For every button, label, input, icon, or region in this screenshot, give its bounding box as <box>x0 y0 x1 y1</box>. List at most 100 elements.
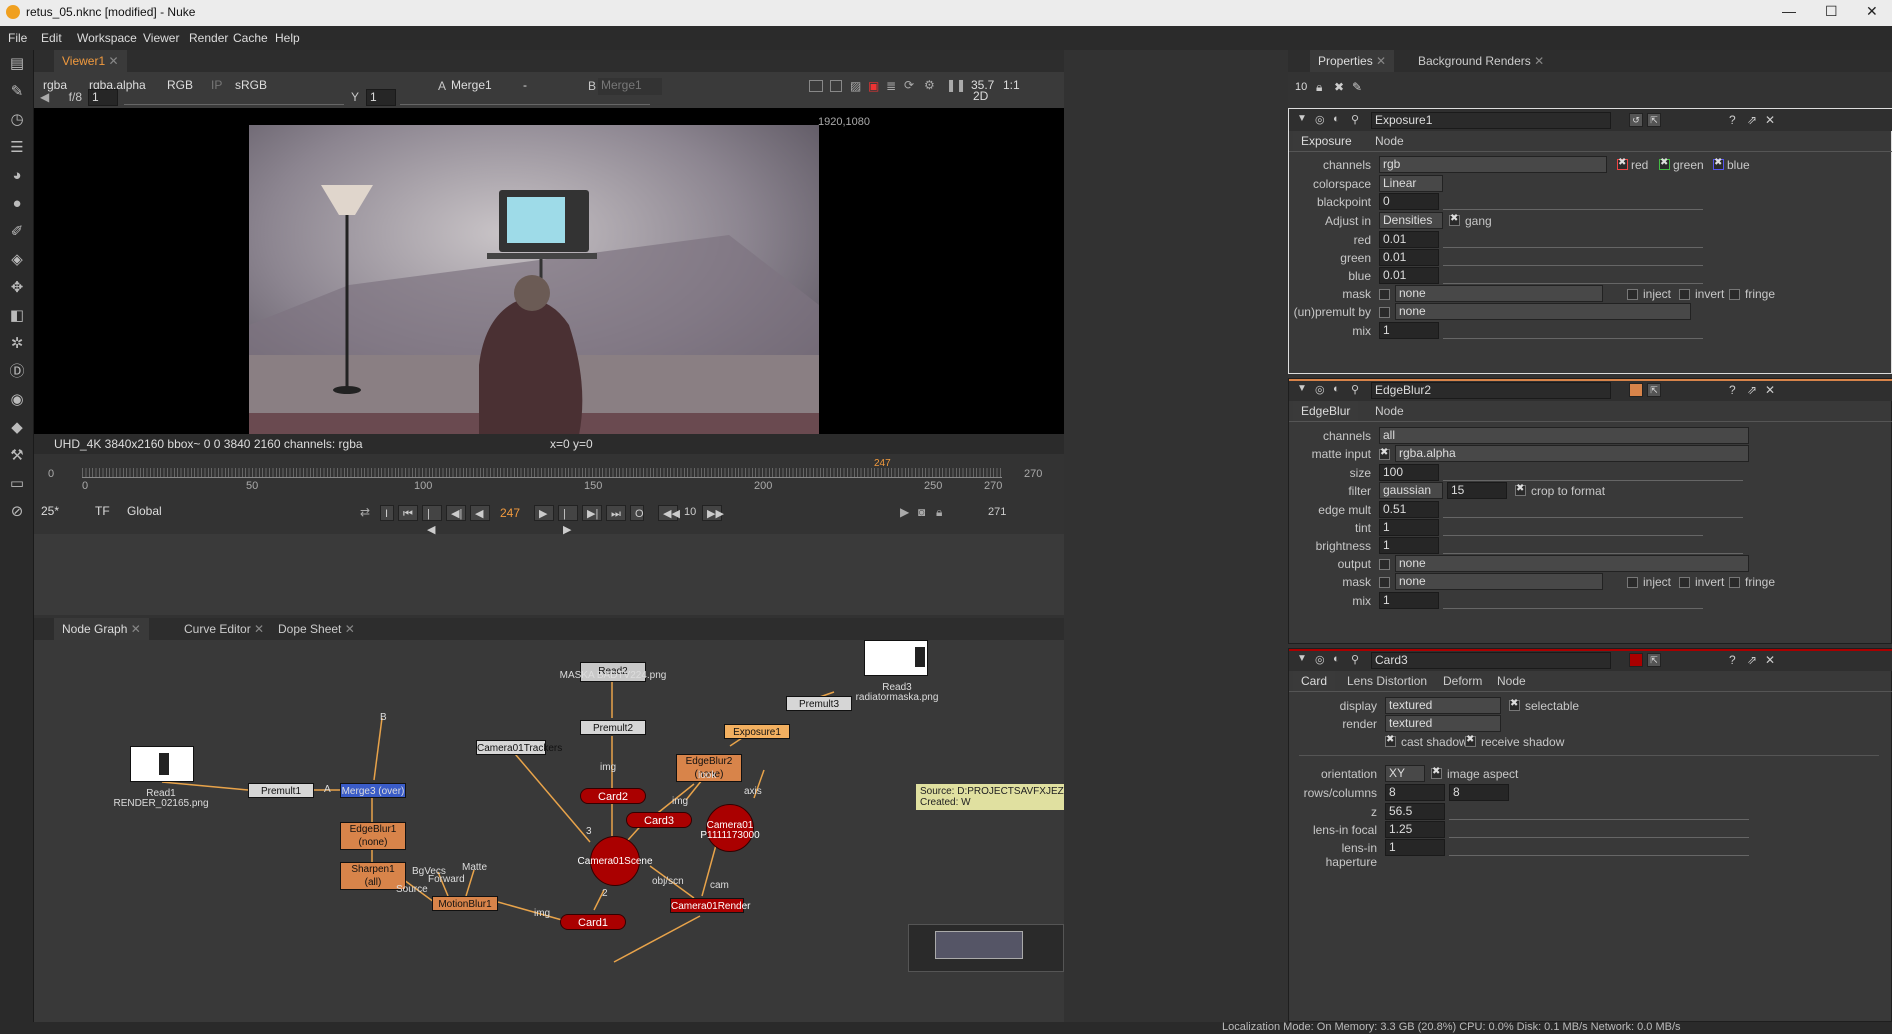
node-graph-minimap[interactable] <box>908 924 1064 972</box>
brightness-field[interactable]: 1 <box>1379 537 1439 554</box>
gain-slider[interactable] <box>124 88 344 105</box>
brightness-slider[interactable] <box>1443 537 1743 554</box>
card3-node[interactable]: Card3 <box>626 812 692 828</box>
gang-checkbox[interactable] <box>1449 213 1460 226</box>
blackpoint-field[interactable]: 0 <box>1379 193 1439 210</box>
first-frame-button[interactable]: ⏮ <box>398 505 418 521</box>
time-icon[interactable]: ◷ <box>7 110 27 130</box>
camera01trackers-node[interactable]: Camera01Trackers <box>476 740 562 755</box>
render-dropdown[interactable]: textured <box>1385 715 1501 732</box>
image-icon[interactable]: ▤ <box>7 54 27 74</box>
toolsets-icon[interactable]: ⚒ <box>7 446 27 466</box>
filter-dropdown[interactable]: gaussian <box>1379 482 1443 499</box>
gamma-field[interactable]: 1 <box>366 89 396 106</box>
view-mode-dropdown[interactable]: 2D <box>970 89 1022 106</box>
pause-icon[interactable]: ❚❚ <box>946 78 966 92</box>
viewer-icon[interactable]: ◐ <box>1333 383 1340 395</box>
channels-dropdown[interactable]: all <box>1379 427 1749 444</box>
filter-quality-field[interactable]: 15 <box>1447 482 1507 499</box>
inject-checkbox[interactable] <box>1627 577 1638 588</box>
size-slider[interactable] <box>1443 464 1743 481</box>
inject-checkbox[interactable] <box>1627 289 1638 300</box>
proxy-icon[interactable]: ⚙ <box>924 78 935 92</box>
fstop-decrease-icon[interactable]: ◀ <box>40 90 49 104</box>
lock-icon[interactable]: 🔒︎ <box>936 505 942 520</box>
maximize-button[interactable]: ☐ <box>1825 3 1838 20</box>
play-forward-button[interactable]: ▶ <box>534 505 554 521</box>
tint-slider[interactable] <box>1443 519 1703 536</box>
close-panel-icon[interactable]: ✕ <box>1765 383 1775 397</box>
channel-icon[interactable]: ☰ <box>7 138 27 158</box>
tab-edgeblur[interactable]: EdgeBlur <box>1293 401 1359 421</box>
skip-forward-button[interactable]: ▶▶ <box>702 505 724 521</box>
receive-shadow-checkbox[interactable] <box>1465 734 1476 747</box>
current-frame-marker[interactable]: 247 <box>874 458 891 469</box>
menu-help[interactable]: Help <box>275 31 300 45</box>
red-checkbox[interactable] <box>1617 157 1628 170</box>
loop-icon[interactable]: ⇄ <box>360 505 370 519</box>
float-panel-icon[interactable]: ⇱ <box>1647 383 1661 397</box>
blue-value-field[interactable]: 0.01 <box>1379 267 1439 284</box>
refresh-icon[interactable]: ⟳ <box>904 78 914 92</box>
orientation-dropdown[interactable]: XY <box>1385 765 1425 782</box>
node-color-swatch[interactable] <box>1629 383 1643 397</box>
tf-dropdown[interactable]: TF <box>92 504 120 521</box>
in-point-button[interactable]: I <box>380 505 394 521</box>
node-color-swatch[interactable] <box>1629 653 1643 667</box>
mix-field[interactable]: 1 <box>1379 592 1439 609</box>
merge-icon[interactable]: ◈ <box>7 250 27 270</box>
edit-icon[interactable]: ✎ <box>1352 80 1362 94</box>
lock-panels-icon[interactable]: 🔒︎ <box>1316 80 1322 95</box>
float-icon[interactable]: ⇗ <box>1747 653 1757 667</box>
node-name-field[interactable]: EdgeBlur2 <box>1371 382 1611 399</box>
revert-icon[interactable]: ↺ <box>1629 113 1643 127</box>
tab-viewer1[interactable]: Viewer1 ✕ <box>54 50 127 72</box>
output-checkbox[interactable] <box>1379 559 1390 570</box>
clipping-icon[interactable]: ▣ <box>868 79 879 93</box>
matte-input-dropdown[interactable]: rgba.alpha <box>1395 445 1749 462</box>
mix-field[interactable]: 1 <box>1379 322 1439 339</box>
crop-to-format-checkbox[interactable] <box>1515 483 1526 496</box>
help-icon[interactable]: ? <box>1729 113 1736 127</box>
tab-dope-sheet[interactable]: Dope Sheet ✕ <box>270 618 363 640</box>
premult3-node[interactable]: Premult3 <box>786 696 852 711</box>
safe-area-icon[interactable] <box>830 80 842 92</box>
roi-icon[interactable] <box>809 80 823 92</box>
menu-workspace[interactable]: Workspace <box>77 31 137 45</box>
unpremult-dropdown[interactable]: none <box>1395 303 1691 320</box>
adjust-in-dropdown[interactable]: Densities <box>1379 212 1443 229</box>
lens-in-haperture-slider[interactable] <box>1449 839 1749 856</box>
image-aspect-checkbox[interactable] <box>1431 766 1442 779</box>
lens-in-focal-field[interactable]: 1.25 <box>1385 821 1445 838</box>
node-graph-canvas[interactable]: Read1 RENDER_02165.png Premult1 Merge3 (… <box>34 640 1064 1022</box>
edge-mult-field[interactable]: 0.51 <box>1379 501 1439 518</box>
global-dropdown[interactable]: Global <box>124 504 176 521</box>
rows-field[interactable]: 8 <box>1385 784 1445 801</box>
particles-icon[interactable]: ✲ <box>7 334 27 354</box>
furnace-icon[interactable]: ⊘ <box>7 502 27 522</box>
node-settings-icon[interactable]: ⚲ <box>1351 113 1359 126</box>
prev-keyframe-button[interactable]: |◀ <box>422 505 442 536</box>
current-frame-field[interactable]: 247 <box>500 506 520 520</box>
invert-mask-checkbox[interactable] <box>1679 289 1690 300</box>
camera01render-node[interactable]: Camera01Render <box>670 898 751 913</box>
node-name-field[interactable]: Card3 <box>1371 652 1611 669</box>
motionblur1-node[interactable]: MotionBlur1 <box>432 896 498 911</box>
viewer-canvas[interactable]: 1920,1080 <box>34 108 1064 435</box>
green-checkbox[interactable] <box>1659 157 1670 170</box>
prev-frame-button[interactable]: ◀| <box>446 505 466 521</box>
red-value-field[interactable]: 0.01 <box>1379 231 1439 248</box>
mix-slider[interactable] <box>1443 322 1703 339</box>
timeline-ruler[interactable] <box>82 468 1002 478</box>
tab-node[interactable]: Node <box>1367 401 1412 421</box>
node-color-icon[interactable]: ◎ <box>1315 383 1325 396</box>
next-frame-button[interactable]: |▶ <box>558 505 578 536</box>
cast-shadow-checkbox[interactable] <box>1385 734 1396 747</box>
premult1-node[interactable]: Premult1 <box>248 783 314 798</box>
menu-cache[interactable]: Cache <box>233 31 268 45</box>
collapse-icon[interactable]: ▼ <box>1297 113 1307 124</box>
blue-checkbox[interactable] <box>1713 157 1724 170</box>
draw-icon[interactable]: ✎ <box>7 82 27 102</box>
lens-in-focal-slider[interactable] <box>1449 821 1749 838</box>
keyer-icon[interactable]: ✐ <box>7 222 27 242</box>
